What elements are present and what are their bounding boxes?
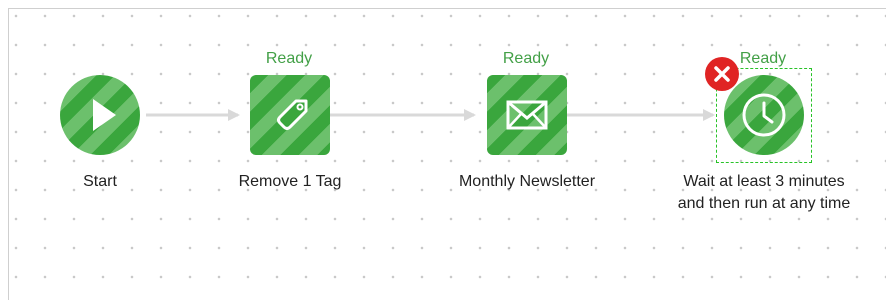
play-icon (93, 99, 116, 131)
newsletter-node[interactable] (487, 75, 567, 155)
delete-step-button[interactable] (705, 57, 739, 91)
step-label: Monthly Newsletter (458, 173, 596, 190)
remove-tag-node[interactable] (250, 75, 330, 155)
start-node[interactable] (60, 75, 140, 155)
step-label-line2: and then run at any time (677, 195, 851, 212)
close-icon (714, 66, 730, 82)
tag-icon (277, 99, 308, 130)
step-label: Remove 1 Tag (238, 173, 342, 190)
step-label: Start (83, 173, 117, 190)
envelope-icon (506, 100, 548, 130)
step-label-line1: Wait at least 3 minutes (683, 173, 845, 190)
status-label: Ready (265, 50, 313, 67)
status-label: Ready (502, 50, 550, 67)
